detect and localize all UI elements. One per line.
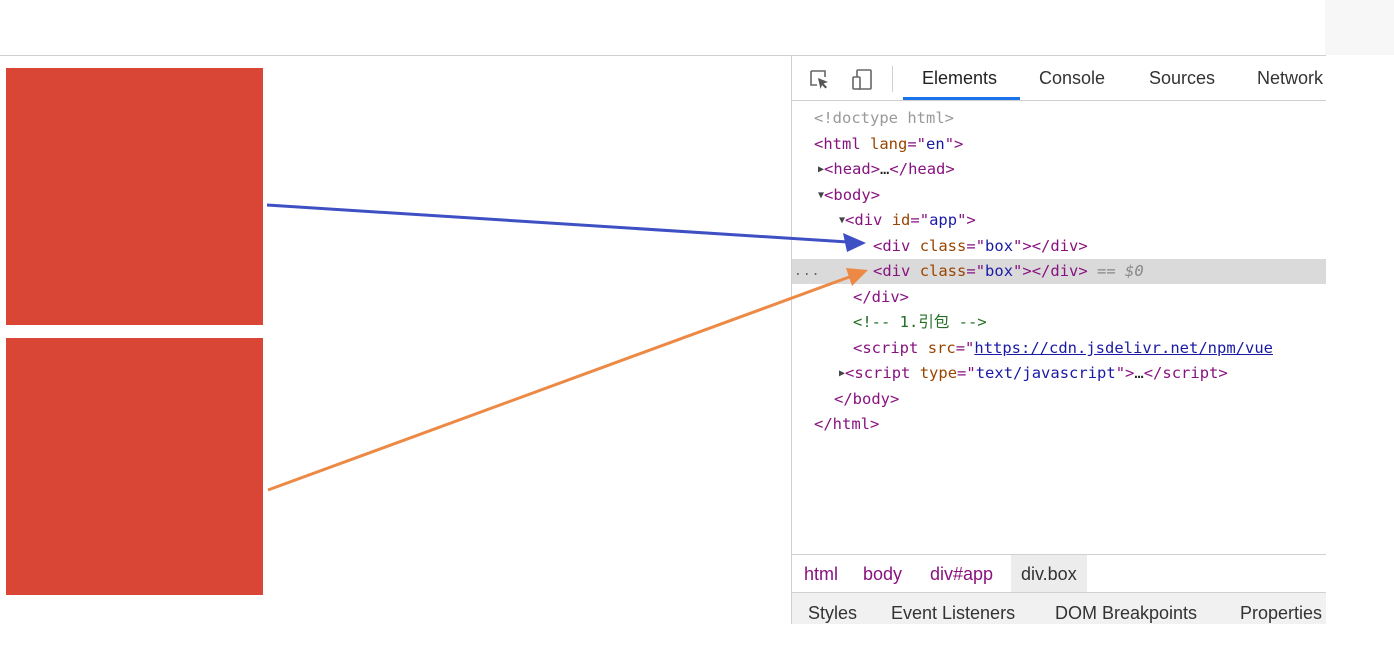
- dom-line-box-2-selected[interactable]: ... <div class="box"></div> == $0: [792, 259, 1326, 284]
- div-close-tag-name: div: [871, 288, 900, 306]
- dom-line-app-open[interactable]: ▼<div id="app">: [792, 208, 1326, 233]
- div-tag-name: div: [854, 211, 883, 229]
- collapse-triangle-icon[interactable]: ▼: [818, 190, 824, 201]
- script-src-node: <script src="https://cdn.jsdelivr.net/np…: [853, 339, 1273, 357]
- tab-network[interactable]: Network: [1257, 56, 1323, 100]
- script-src-link[interactable]: https://cdn.jsdelivr.net/npm/vue: [974, 339, 1273, 357]
- page-viewport: [0, 55, 792, 624]
- class-attr-value: box: [985, 237, 1014, 255]
- breadcrumb: html body div#app div.box: [792, 554, 1326, 593]
- comment-text: <!-- 1.引包 -->: [853, 313, 987, 331]
- toolbar-separator: [892, 66, 893, 92]
- tab-styles[interactable]: Styles: [808, 593, 857, 624]
- gutter-dots-icon[interactable]: ...: [794, 259, 820, 284]
- div-tag-name: div: [882, 237, 911, 255]
- dom-line-script-src[interactable]: <script src="https://cdn.jsdelivr.net/np…: [792, 336, 1326, 361]
- expand-triangle-icon[interactable]: ▶: [818, 164, 824, 175]
- html-close-node: </html>: [814, 415, 880, 433]
- html-attr-value: en: [926, 135, 945, 153]
- red-box-2[interactable]: [6, 338, 263, 595]
- device-toolbar-icon[interactable]: [850, 68, 872, 90]
- head-ellipsis: …: [880, 160, 890, 178]
- html-close-tag-name: html: [832, 415, 870, 433]
- body-tag-name: body: [833, 186, 871, 204]
- sidebar-tabs: Styles Event Listeners DOM Breakpoints P…: [792, 592, 1326, 624]
- selected-node-marker: == $0: [1097, 262, 1144, 280]
- dom-line-body-close[interactable]: </body>: [792, 387, 1326, 412]
- devtools-toolbar: Elements Console Sources Network: [792, 56, 1326, 101]
- head-close-tag-name: head: [908, 160, 946, 178]
- body-open-node: ▼<body>: [818, 186, 881, 204]
- dom-line-head[interactable]: ▶<head>…</head>: [792, 157, 1326, 182]
- dom-line-html-open[interactable]: <html lang="en">: [792, 132, 1326, 157]
- script-ellipsis: …: [1134, 364, 1144, 382]
- id-attr-value: app: [929, 211, 958, 229]
- html-attr-name: lang: [870, 135, 908, 153]
- breadcrumb-div-app[interactable]: div#app: [930, 555, 993, 593]
- script-tag-name: script: [854, 364, 911, 382]
- dom-line-script-inline[interactable]: ▶<script type="text/javascript">…</scrip…: [792, 361, 1326, 386]
- browser-top-right-area: [1325, 0, 1394, 55]
- breadcrumb-body[interactable]: body: [863, 555, 902, 593]
- box-2-node: <div class="box"></div> == $0: [873, 262, 1144, 280]
- body-close-node: </body>: [834, 390, 900, 408]
- app-close-node: </div>: [853, 288, 910, 306]
- active-tab-indicator: [903, 97, 1020, 100]
- head-tag-name: head: [833, 160, 871, 178]
- class-attr-value: box: [985, 262, 1014, 280]
- div-close-tag-name: div: [1050, 237, 1079, 255]
- tab-elements[interactable]: Elements: [922, 56, 997, 100]
- expand-triangle-icon[interactable]: ▶: [839, 368, 845, 379]
- div-close-tag-name: div: [1050, 262, 1079, 280]
- class-attr-name: class: [919, 237, 967, 255]
- tab-properties[interactable]: Properties: [1240, 593, 1322, 624]
- script-tag-name: script: [862, 339, 919, 357]
- browser-top-area: [0, 0, 1394, 55]
- devtools-panel: Elements Console Sources Network <!docty…: [791, 55, 1326, 624]
- doctype-text: <!doctype html>: [814, 109, 954, 127]
- div-tag-name: div: [882, 262, 911, 280]
- dom-line-body-open[interactable]: ▼<body>: [792, 183, 1326, 208]
- tab-sources[interactable]: Sources: [1149, 56, 1215, 100]
- script-inline-node: ▶<script type="text/javascript">…</scrip…: [839, 364, 1228, 382]
- src-attr-name: src: [927, 339, 956, 357]
- dom-line-app-close[interactable]: </div>: [792, 285, 1326, 310]
- breadcrumb-div-box[interactable]: div.box: [1011, 555, 1087, 593]
- type-attr-value: text/javascript: [975, 364, 1116, 382]
- tab-console[interactable]: Console: [1039, 56, 1105, 100]
- html-open-node: <html lang="en">: [814, 135, 964, 153]
- id-attr-name: id: [891, 211, 911, 229]
- script-close-tag-name: script: [1162, 364, 1219, 382]
- collapse-triangle-icon[interactable]: ▼: [839, 215, 845, 226]
- class-attr-name: class: [919, 262, 967, 280]
- dom-tree: <!doctype html> <html lang="en"> ▶<head>…: [792, 106, 1326, 554]
- tab-dom-breakpoints[interactable]: DOM Breakpoints: [1055, 593, 1197, 624]
- type-attr-name: type: [919, 364, 958, 382]
- dom-line-comment[interactable]: <!-- 1.引包 -->: [792, 310, 1326, 335]
- head-node: ▶<head>…</head>: [818, 160, 955, 178]
- red-box-1[interactable]: [6, 68, 263, 325]
- tab-event-listeners[interactable]: Event Listeners: [891, 593, 1015, 624]
- html-tag-name: html: [823, 135, 861, 153]
- app-open-node: ▼<div id="app">: [839, 211, 976, 229]
- inspect-element-icon[interactable]: [808, 68, 830, 90]
- body-close-tag-name: body: [852, 390, 890, 408]
- box-1-node: <div class="box"></div>: [873, 237, 1088, 255]
- dom-line-box-1[interactable]: <div class="box"></div>: [792, 234, 1326, 259]
- dom-line-html-close[interactable]: </html>: [792, 412, 1326, 437]
- dom-line-doctype[interactable]: <!doctype html>: [792, 106, 1326, 131]
- breadcrumb-html[interactable]: html: [804, 555, 838, 593]
